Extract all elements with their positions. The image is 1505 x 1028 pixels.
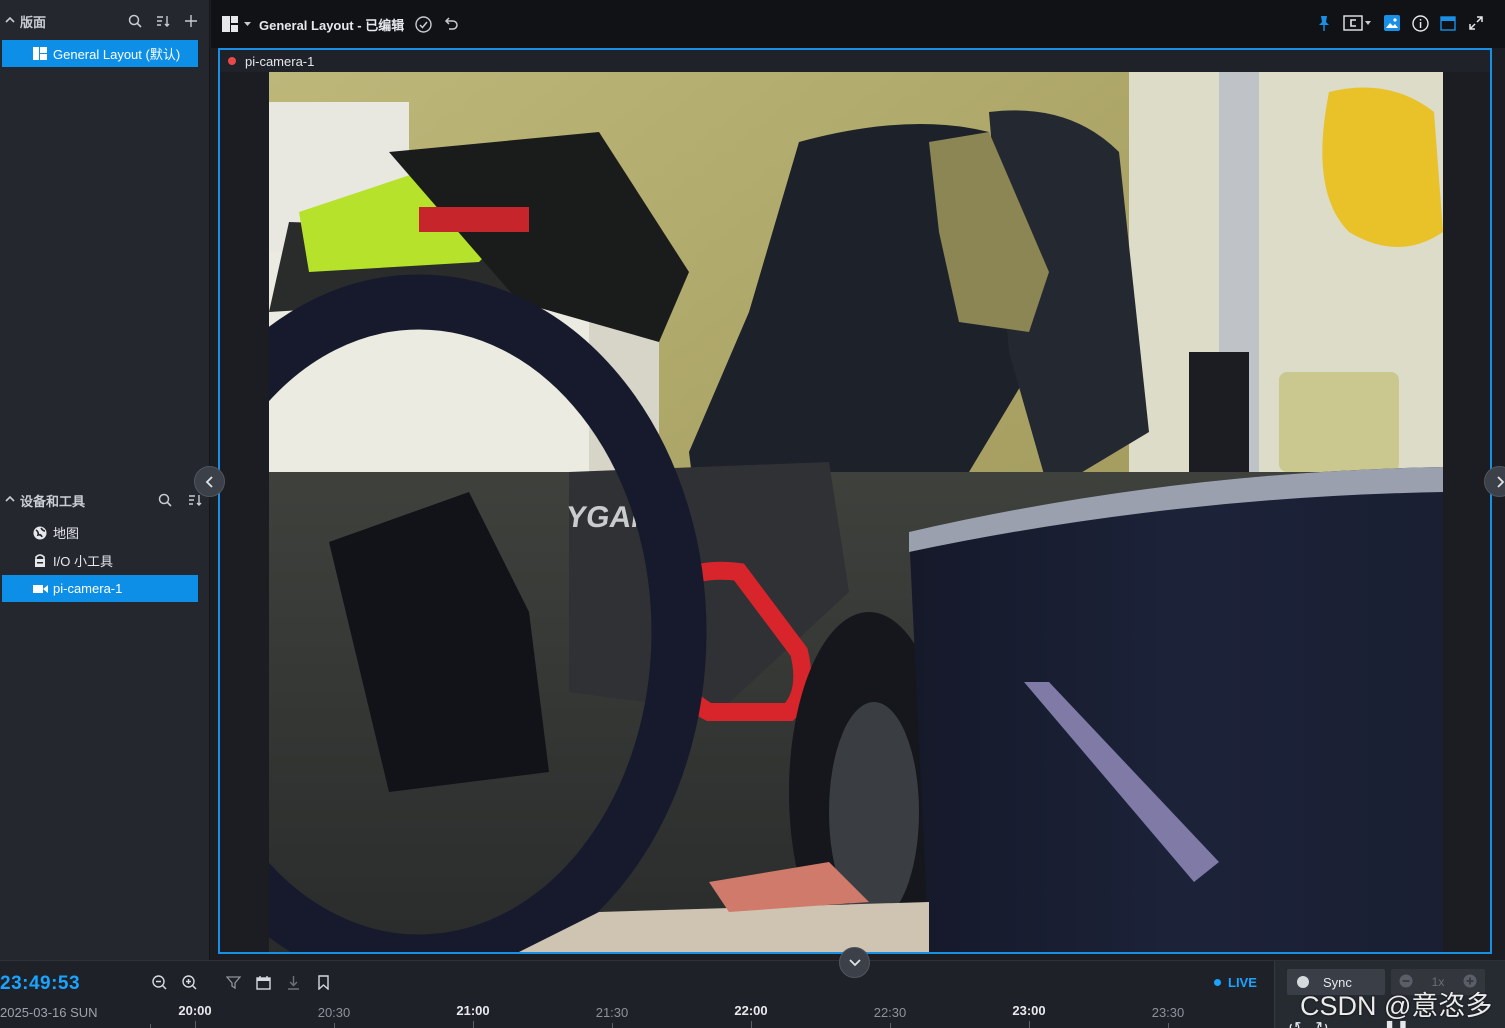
current-time: 23:49:53 (0, 973, 81, 994)
tick-mark (1168, 1023, 1169, 1028)
recording-indicator (228, 57, 236, 65)
io-tool-icon (32, 553, 48, 569)
tick-label: 22:30 (873, 1005, 907, 1020)
app-window: 版面 General Layout (默认) 设备和工具 地图 I/O 小工具 … (0, 0, 1505, 1028)
layout-grid-icon (32, 46, 48, 62)
window-icon[interactable] (1439, 14, 1457, 32)
zoom-out-icon[interactable] (150, 973, 168, 991)
tick-label: 20:00 (178, 1003, 212, 1018)
zoom-in-icon[interactable] (180, 973, 198, 991)
tick-mark (150, 1024, 151, 1028)
chevron-up-icon[interactable] (0, 15, 20, 28)
csdn-watermark: CSDN @意恣多 (1300, 991, 1493, 1021)
live-label: LIVE (1228, 975, 1257, 990)
info-icon[interactable] (1411, 14, 1429, 32)
tick-label: 22:00 (734, 1003, 768, 1018)
device-item-io-tool[interactable]: I/O 小工具 (2, 547, 198, 574)
tick-label: 21:00 (456, 1003, 490, 1018)
save-check-icon[interactable] (414, 15, 432, 33)
add-icon[interactable] (182, 12, 200, 30)
tick-label: 23:30 (1151, 1005, 1185, 1020)
download-icon[interactable] (284, 973, 302, 991)
layouts-section-title: 版面 (20, 14, 47, 30)
chevron-left-icon (205, 475, 213, 488)
search-icon[interactable] (156, 491, 174, 509)
sort-icon[interactable] (154, 12, 172, 30)
layout-item-general[interactable]: General Layout (默认) (2, 40, 198, 67)
collapse-sidebar-button[interactable] (194, 466, 225, 497)
chevron-up-icon[interactable] (0, 494, 20, 507)
tick-label: 21:30 (595, 1005, 629, 1020)
fullscreen-icon[interactable] (1467, 14, 1485, 32)
device-item-pi-camera-1[interactable]: pi-camera-1 (2, 575, 198, 602)
collapse-timeline-button[interactable] (839, 947, 870, 978)
chevron-down-icon (848, 958, 861, 966)
live-indicator[interactable]: LIVE (1214, 975, 1257, 990)
live-dot (1214, 979, 1221, 986)
timeline-ticks[interactable]: 20:00 20:30 21:00 21:30 22:00 22:30 23:0… (140, 999, 1272, 1028)
calendar-icon[interactable] (254, 973, 272, 991)
camera-tile[interactable]: pi-camera-1 YGAME (218, 48, 1492, 954)
device-item-label: 地图 (53, 526, 80, 541)
filter-icon[interactable] (224, 973, 242, 991)
tick-mark (890, 1023, 891, 1028)
device-item-label: pi-camera-1 (53, 581, 123, 596)
tick-mark (334, 1023, 335, 1028)
timeline-tools (150, 973, 332, 991)
tick-mark (612, 1023, 613, 1028)
sidebar: 版面 General Layout (默认) 设备和工具 地图 I/O 小工具 … (0, 0, 210, 960)
device-item-map[interactable]: 地图 (2, 519, 198, 546)
current-date: 2025-03-16 SUN (0, 1005, 98, 1020)
chevron-right-icon (1496, 475, 1504, 488)
dropdown-caret-icon[interactable] (243, 15, 251, 33)
layout-item-label: General Layout (默认) (53, 47, 181, 62)
pin-icon[interactable] (1315, 14, 1333, 32)
camera-video-feed[interactable]: YGAME (269, 72, 1443, 952)
layout-switch-icon[interactable] (221, 15, 243, 33)
timeline-bar: 23:49:53 2025-03-16 SUN LIVE 20:00 20:30… (0, 960, 1505, 1028)
tick-mark (473, 1021, 474, 1028)
camera-name: pi-camera-1 (245, 53, 315, 69)
tick-mark (195, 1021, 196, 1028)
layouts-section-header[interactable]: 版面 (0, 4, 210, 38)
camera-icon (32, 581, 48, 597)
device-item-label: I/O 小工具 (53, 554, 113, 569)
tick-mark (1029, 1021, 1030, 1028)
layout-title: General Layout - 已编辑 (259, 17, 405, 33)
tick-label: 20:30 (317, 1005, 351, 1020)
devices-section-title: 设备和工具 (20, 493, 86, 509)
image-icon[interactable] (1383, 14, 1401, 32)
devices-section-header[interactable]: 设备和工具 (0, 483, 210, 517)
camera-tile-header: pi-camera-1 (220, 50, 1490, 72)
camera-mode-icon[interactable] (1343, 14, 1373, 32)
search-icon[interactable] (126, 12, 144, 30)
globe-icon (32, 525, 48, 541)
undo-icon[interactable] (442, 15, 460, 33)
camera-frame-image: YGAME (269, 72, 1443, 952)
tick-label: 23:00 (1012, 1003, 1046, 1018)
layout-toolbar: General Layout - 已编辑 (211, 0, 1505, 48)
tick-mark (751, 1021, 752, 1028)
bookmark-icon[interactable] (314, 973, 332, 991)
